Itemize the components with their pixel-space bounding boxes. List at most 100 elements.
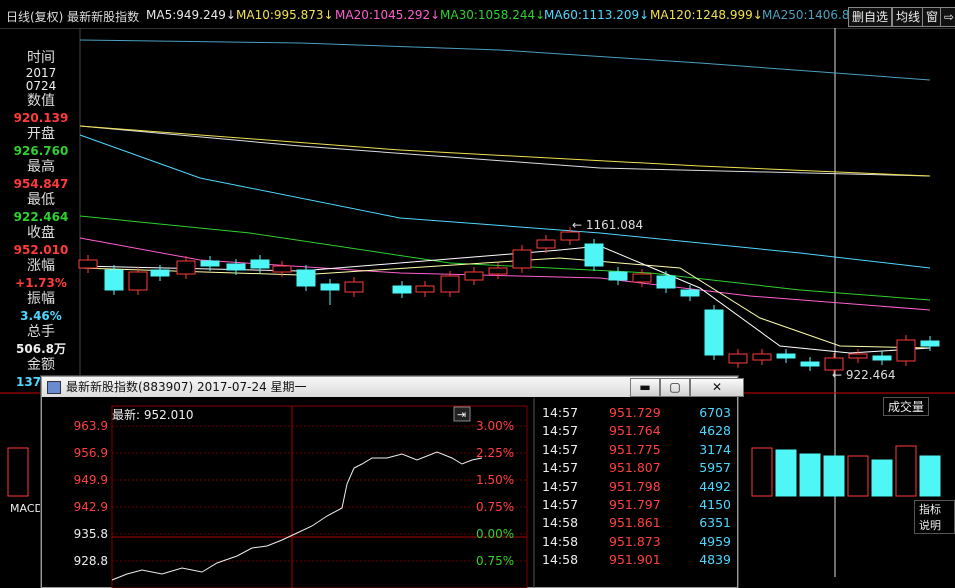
candlestick [848, 353, 868, 359]
high-label: 最高 [27, 159, 55, 175]
candlestick [704, 309, 724, 356]
price-axis-label: 956.9 [74, 446, 108, 460]
close-value: 952.010 [13, 243, 69, 257]
close-button[interactable]: ✕ [690, 378, 744, 397]
volume-bar [847, 455, 869, 497]
volume-bar [7, 447, 29, 497]
change-value: +1.73% [15, 276, 67, 290]
volume-pane-label[interactable]: 成交量 [883, 397, 930, 416]
ma10-indicator[interactable]: MA10:995.873↓ [236, 8, 334, 22]
popup-titlebar[interactable]: 最新新股指数(883907) 2017-07-24 星期一 ▬ ▢ ✕ [42, 377, 744, 397]
tick-price: 951.807 [609, 460, 661, 476]
indicator-help-button[interactable]: 指标说明 [914, 500, 955, 534]
candlestick [752, 353, 772, 361]
tick-row: 14:58 951.873 4959 [537, 533, 737, 551]
percent-axis-label: 1.50% [476, 473, 514, 487]
tick-volume: 4492 [699, 478, 731, 494]
candlestick [392, 285, 412, 294]
low-label: 最低 [27, 192, 55, 208]
ma-line [79, 134, 931, 269]
volume-bar [799, 453, 821, 497]
ma30-indicator[interactable]: MA30:1058.244↓ [440, 8, 545, 22]
intraday-popup-window[interactable]: 最新新股指数(883907) 2017-07-24 星期一 ▬ ▢ ✕ 最新: … [41, 376, 744, 588]
ma5-indicator[interactable]: MA5:949.249↓ [146, 8, 236, 22]
tick-time: 14:57 [542, 423, 579, 439]
tick-row: 14:57 951.797 4150 [537, 496, 737, 514]
ma120-indicator[interactable]: MA120:1248.999↓ [650, 8, 763, 22]
tick-row: 14:57 951.764 4628 [537, 422, 737, 440]
percent-axis-label: 2.25% [476, 446, 514, 460]
price-axis-label: 928.8 [74, 554, 108, 568]
ma-settings-button[interactable]: 均线 [892, 7, 925, 27]
maximize-button[interactable]: ▢ [660, 378, 690, 397]
minimize-button[interactable]: ▬ [630, 378, 660, 397]
candlestick [200, 260, 220, 267]
low-value: 922.464 [13, 210, 69, 224]
latest-label: 最新: 952.010 [112, 407, 194, 422]
candlestick [896, 339, 916, 362]
price-axis-label: 963.9 [74, 419, 108, 433]
volume-label: 总手 [27, 324, 55, 340]
tick-row: 14:58 951.901 4839 [537, 551, 737, 569]
popup-title: 最新新股指数(883907) 2017-07-24 星期一 [66, 380, 307, 394]
percent-axis-label: 3.00% [476, 419, 514, 433]
candlestick [488, 267, 508, 275]
tick-price: 951.775 [609, 441, 661, 457]
tick-price: 951.873 [609, 533, 661, 549]
candlestick [344, 281, 364, 293]
ma-line [79, 39, 931, 81]
percent-axis-label: 0.75% [476, 554, 514, 568]
candlestick [800, 361, 820, 367]
candlestick [656, 275, 676, 289]
volume-bar [895, 445, 917, 497]
tick-list[interactable]: 14:57 951.729 6703 14:57 951.764 4628 14:57 951… [537, 404, 737, 570]
tick-price: 951.798 [609, 478, 661, 494]
candlestick [226, 263, 246, 271]
candlestick [150, 269, 170, 277]
candlestick [776, 353, 796, 359]
ma60-indicator[interactable]: MA60:1113.209↓ [544, 8, 649, 22]
price-axis-label: 949.9 [74, 473, 108, 487]
candlestick [680, 289, 700, 297]
tick-volume: 3174 [699, 441, 731, 457]
tick-volume: 6351 [699, 515, 731, 531]
low-price-label: ← 922.464 [832, 368, 896, 382]
candlestick [104, 269, 124, 291]
ma250-indicator[interactable]: MA250:1406.80 [762, 8, 857, 22]
tick-price: 951.764 [609, 423, 661, 439]
amplitude-label: 振幅 [27, 291, 55, 307]
volume-bar [751, 447, 773, 497]
tick-row: 14:57 951.798 4492 [537, 478, 737, 496]
value-readout: 920.139 [13, 111, 69, 125]
candlestick [176, 260, 196, 275]
percent-axis-label: 0.00% [476, 527, 514, 541]
tick-volume: 6703 [699, 405, 731, 420]
candlestick [250, 259, 270, 269]
amplitude-value: 3.46% [20, 309, 62, 323]
remove-favorite-button[interactable]: 删自选 [848, 7, 893, 27]
tick-price: 951.729 [609, 405, 661, 420]
tick-row: 14:57 951.775 3174 [537, 441, 737, 459]
ma-line [79, 125, 931, 177]
percent-axis-label: 0.75% [476, 500, 514, 514]
tick-time: 14:57 [542, 496, 579, 512]
ma20-indicator[interactable]: MA20:1045.292↓ [335, 8, 440, 22]
expand-arrow-icon: ⇥ [457, 408, 466, 421]
tick-time: 14:58 [542, 552, 579, 568]
candlestick [560, 231, 580, 241]
open-value: 926.760 [13, 144, 69, 158]
candlestick [415, 285, 435, 293]
high-value: 954.847 [13, 177, 69, 191]
tick-time: 14:57 [542, 478, 579, 494]
price-axis-label: 935.8 [74, 527, 108, 541]
price-axis-labels: 963.9 956.9 949.9 942.9 935.8 928.8 [74, 419, 108, 568]
forward-arrow-icon[interactable]: ⇨ [940, 7, 955, 27]
date-monthday: 0724 [25, 79, 57, 93]
candlestick [728, 353, 748, 364]
window-button[interactable]: 窗 [922, 7, 943, 27]
volume-bar [823, 455, 845, 497]
candlestick [128, 271, 148, 291]
tick-time: 14:58 [542, 515, 579, 531]
tick-volume: 4150 [699, 496, 731, 512]
tick-volume: 5957 [699, 460, 731, 476]
